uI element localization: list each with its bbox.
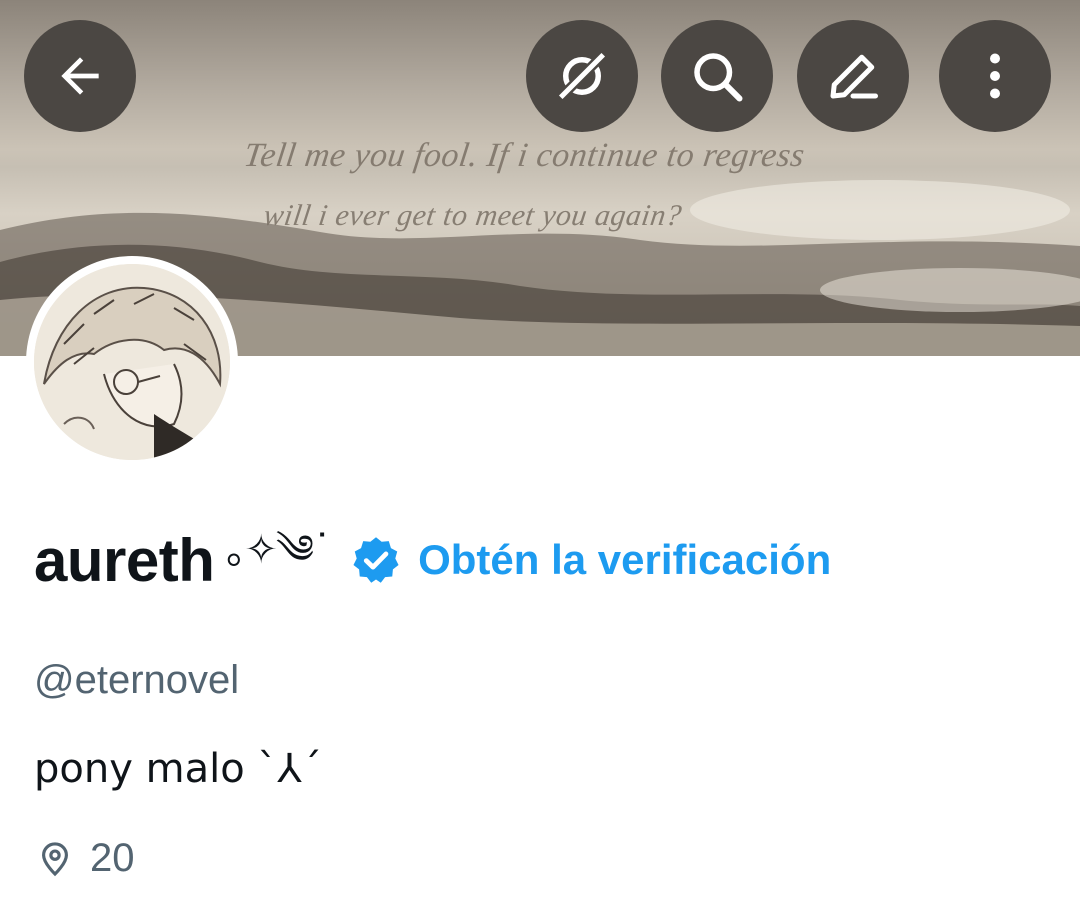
name-row: aureth ｡✧༄˙ Obtén la verificación bbox=[34, 520, 831, 600]
edit-icon bbox=[830, 54, 878, 99]
profile-handle: @eternovel bbox=[34, 658, 240, 702]
back-button[interactable] bbox=[24, 20, 136, 132]
search-icon bbox=[694, 53, 743, 102]
avatar[interactable] bbox=[26, 256, 238, 468]
more-options-button[interactable] bbox=[939, 20, 1051, 132]
edit-button[interactable] bbox=[797, 20, 909, 132]
banner-quote-line-2: will i ever get to meet you again? bbox=[261, 199, 684, 232]
arrow-left-icon bbox=[61, 57, 99, 95]
profile-bio: pony malo ˋ⅄ˊ bbox=[34, 746, 322, 792]
banner-quote-line-1: Tell me you fool. If i continue to regre… bbox=[241, 137, 808, 174]
display-name: aureth bbox=[34, 526, 215, 594]
grok-button[interactable] bbox=[526, 20, 638, 132]
location-text: 20 bbox=[90, 836, 135, 880]
location-pin-icon bbox=[42, 841, 68, 876]
profile-location: 20 bbox=[36, 836, 135, 881]
more-vertical-icon bbox=[990, 53, 1000, 99]
search-button[interactable] bbox=[661, 20, 773, 132]
banner-quote: Tell me you fool. If i continue to regre… bbox=[232, 126, 869, 246]
verified-badge-icon[interactable] bbox=[350, 534, 402, 586]
display-name-decoration: ｡✧༄˙ bbox=[226, 526, 332, 573]
grok-icon bbox=[555, 49, 609, 103]
avatar-image bbox=[34, 264, 230, 460]
get-verified-link[interactable]: Obtén la verificación bbox=[418, 536, 831, 584]
